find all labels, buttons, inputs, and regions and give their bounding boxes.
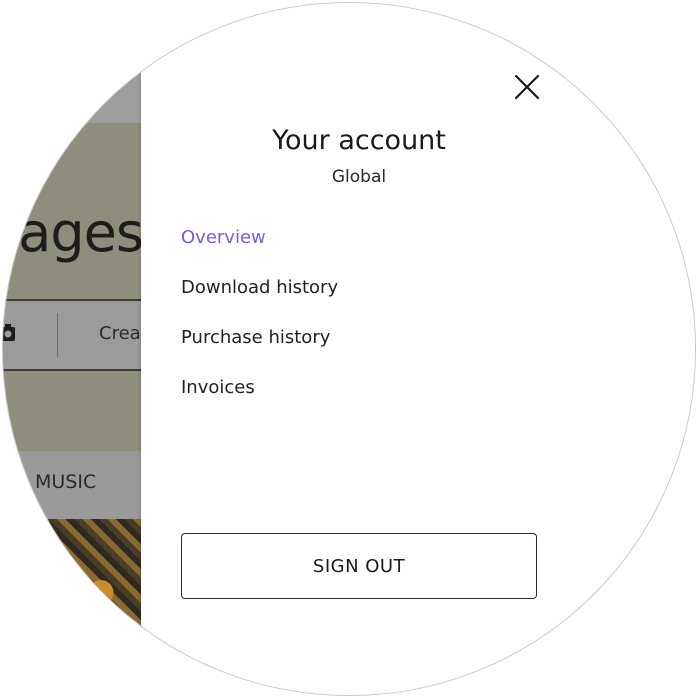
background-heading: ages (18, 201, 144, 264)
background-top-bar (3, 3, 143, 123)
menu-item-download-history[interactable]: Download history (181, 275, 338, 325)
background-tabs: MUSIC (3, 451, 143, 519)
close-icon[interactable] (513, 73, 541, 101)
camera-icon (3, 324, 15, 341)
search-bar-divider (57, 313, 58, 357)
background-page: ages Crea MUSIC (3, 3, 163, 695)
create-link: Crea (99, 323, 141, 344)
background-hero (3, 123, 143, 451)
menu-item-overview[interactable]: Overview (181, 225, 338, 275)
account-menu: Overview Download history Purchase histo… (181, 225, 338, 425)
background-thumbnail (3, 519, 143, 695)
account-panel: Your account Global Overview Download hi… (141, 3, 695, 695)
region-label: Global (331, 167, 387, 187)
sign-out-button[interactable]: SIGN OUT (181, 533, 537, 599)
menu-item-invoices[interactable]: Invoices (181, 375, 338, 425)
page-title: Your account (272, 125, 446, 156)
tab-music: MUSIC (35, 471, 97, 493)
menu-item-purchase-history[interactable]: Purchase history (181, 325, 338, 375)
magnified-view: ages Crea MUSIC Your account Global Over… (2, 2, 696, 696)
background-search-bar: Crea (3, 299, 163, 371)
